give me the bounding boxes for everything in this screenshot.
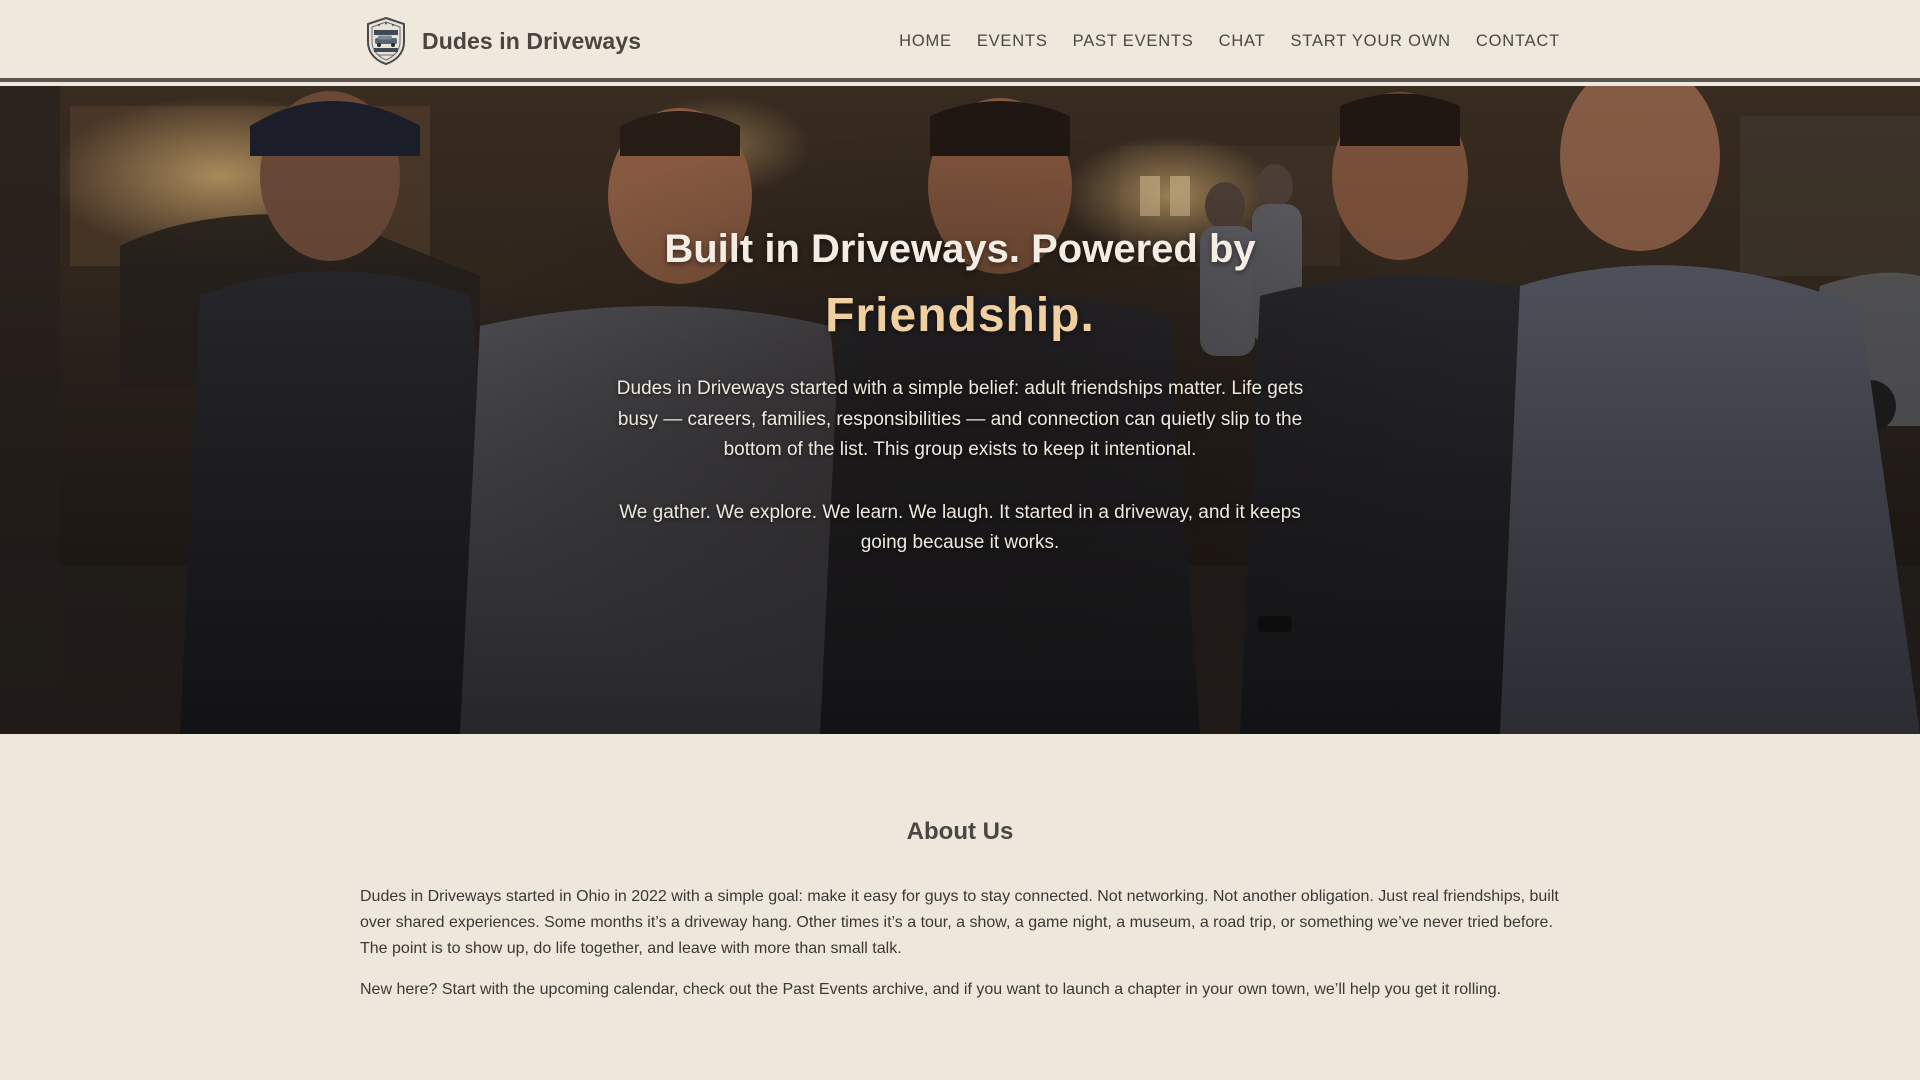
nav-events[interactable]: EVENTS xyxy=(977,32,1048,51)
brand-name: Dudes in Driveways xyxy=(422,27,642,54)
about-paragraph-2: New here? Start with the upcoming calend… xyxy=(360,981,1502,998)
nav-home[interactable]: HOME xyxy=(899,32,952,51)
nav-contact[interactable]: CONTACT xyxy=(1476,32,1560,51)
hero-title-accent: Friendship. xyxy=(825,289,1095,342)
about-body: Dudes in Driveways started in Ohio in 20… xyxy=(360,884,1560,1003)
about-title: About Us xyxy=(906,818,1014,845)
dudes-in-driveways-badge-logo xyxy=(367,16,405,66)
site-header: Dudes in Driveways HOME EVENTS PAST EVEN… xyxy=(0,0,1920,82)
nav-past-events[interactable]: PAST EVENTS xyxy=(1073,32,1194,51)
hero-content: Built in Driveways. Powered by Friendshi… xyxy=(560,226,1360,559)
nav-chat[interactable]: CHAT xyxy=(1219,32,1266,51)
hero-title: Built in Driveways. Powered by Friendshi… xyxy=(560,226,1360,346)
about-paragraph-1: Dudes in Driveways started in Ohio in 20… xyxy=(360,888,1559,957)
hero-title-line: Built in Driveways. Powered by xyxy=(664,227,1256,271)
hero-section: Built in Driveways. Powered by Friendshi… xyxy=(0,86,1920,734)
about-section: About Us Dudes in Driveways started in O… xyxy=(0,734,1920,1080)
main-nav: HOME EVENTS PAST EVENTS CHAT START YOUR … xyxy=(899,0,1560,82)
brand-home-link[interactable]: Dudes in Driveways xyxy=(364,14,641,68)
hero-paragraph-1: Dudes in Driveways started with a simple… xyxy=(616,378,1304,460)
nav-start-your-own[interactable]: START YOUR OWN xyxy=(1291,32,1451,51)
hero-paragraph-2: We gather. We explore. We learn. We laug… xyxy=(619,501,1301,554)
